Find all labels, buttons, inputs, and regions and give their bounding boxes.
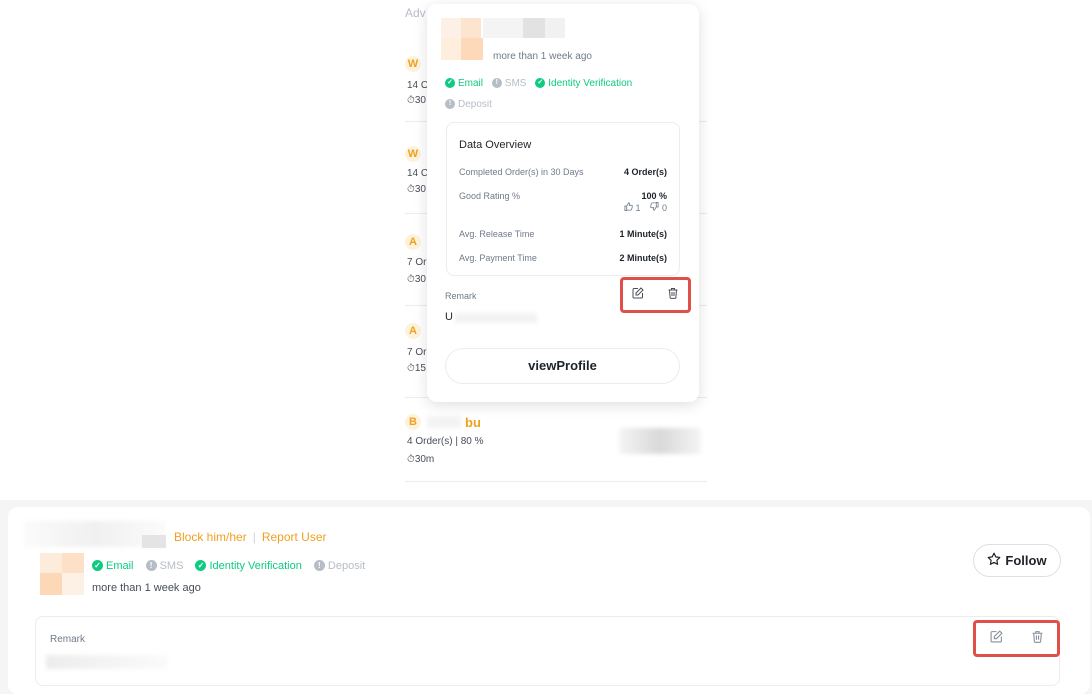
user-actions: Block him/her | Report User	[174, 530, 327, 544]
view-profile-button[interactable]: viewProfile	[445, 348, 680, 384]
clock-icon: ⏱	[407, 184, 415, 195]
sms-badge: ! SMS	[491, 78, 526, 89]
info-icon: !	[313, 560, 325, 571]
blurred-remark	[455, 313, 537, 323]
pay-time: ⏱30	[407, 184, 426, 195]
remark-value: U	[445, 311, 453, 323]
avatar: W	[405, 146, 421, 162]
thumb-down-icon	[650, 202, 662, 213]
clock-icon: ⏱	[407, 454, 415, 465]
order-stats: 14 O	[407, 80, 429, 91]
verification-badges: ✓ Email ! SMS ✓ Identity Verification ! Depo…	[92, 559, 374, 572]
clock-icon: ⏱	[407, 274, 415, 285]
identity-badge: ✓ Identity Verification	[535, 78, 632, 89]
order-stats: 7 Or	[407, 347, 427, 358]
trash-icon	[1031, 630, 1044, 648]
email-badge: ✓ Email	[92, 560, 134, 572]
delete-remark-button[interactable]	[1026, 628, 1048, 650]
identity-badge: ✓ Identity Verification	[195, 560, 302, 572]
edit-remark-button[interactable]	[985, 628, 1007, 650]
delete-remark-button[interactable]	[662, 284, 684, 306]
block-user-link[interactable]: Block him/her	[174, 530, 247, 544]
avatar: B	[405, 414, 421, 430]
report-user-link[interactable]: Report User	[262, 530, 327, 544]
avatar	[40, 553, 86, 595]
edit-remark-button[interactable]	[627, 284, 649, 306]
check-icon: ✓	[535, 78, 546, 88]
blurred-price	[619, 428, 701, 454]
clock-icon: ⏱	[407, 95, 415, 106]
data-overview-card: Data Overview Completed Order(s) in 30 D…	[446, 122, 680, 276]
advertiser-profile-popup: more than 1 week ago ✓ Email ! SMS ✓ Identi…	[427, 4, 699, 402]
order-stats: 14 C	[407, 168, 429, 179]
thumb-up-icon	[624, 202, 636, 213]
email-badge: ✓ Email	[445, 78, 483, 89]
release-time-row: Avg. Release Time 1 Minute(s)	[459, 229, 667, 239]
pay-time: ⏱30	[407, 274, 426, 285]
advertiser-list-area: Adv W 14 O ⏱30 W 14 C ⏱30 A 7 Or ⏱30 A 7…	[0, 0, 1092, 500]
payment-time-value: 2 Minute(s)	[619, 253, 667, 263]
avatar: A	[405, 323, 421, 339]
remark-label: Remark	[50, 634, 86, 645]
avatar: A	[405, 234, 421, 250]
deposit-badge: ! Deposit	[313, 560, 365, 572]
check-icon: ✓	[445, 78, 455, 88]
deposit-badge: ! Deposit	[445, 97, 498, 110]
payment-time-row: Avg. Payment Time 2 Minute(s)	[459, 253, 667, 263]
info-icon: !	[145, 560, 157, 571]
check-icon: ✓	[195, 560, 207, 571]
star-icon	[987, 552, 1005, 569]
check-icon: ✓	[92, 560, 103, 571]
rating-breakdown: 1 0	[624, 202, 667, 213]
remark-box: Remark	[35, 616, 1060, 686]
release-time-value: 1 Minute(s)	[619, 229, 667, 239]
avatar: W	[405, 56, 421, 72]
good-rating-row: Good Rating % 100 % 1 0	[459, 191, 667, 213]
follow-button[interactable]: Follow	[973, 544, 1061, 577]
advertiser-name[interactable]: bu	[465, 415, 481, 430]
order-stats: 4 Order(s) | 80 %	[407, 436, 484, 447]
info-icon: !	[445, 99, 455, 109]
overview-title: Data Overview	[459, 139, 532, 151]
trash-icon	[667, 286, 679, 304]
column-header: Adv	[405, 6, 426, 20]
completed-orders-value: 4 Order(s)	[623, 167, 667, 177]
last-seen: more than 1 week ago	[92, 582, 201, 594]
pay-time: ⏱30m	[407, 454, 435, 465]
sms-badge: ! SMS	[145, 560, 183, 572]
pay-time: ⏱30	[407, 95, 426, 106]
list-item[interactable]: B bu 4 Order(s) | 80 % ⏱30m	[405, 398, 707, 482]
last-seen: more than 1 week ago	[493, 51, 592, 62]
remark-label: Remark	[445, 291, 477, 301]
edit-icon	[632, 286, 644, 304]
completed-orders-row: Completed Order(s) in 30 Days 4 Order(s)	[459, 167, 667, 177]
verification-badges: ✓ Email ! SMS ✓ Identity Verification	[445, 76, 638, 89]
order-stats: 7 Or	[407, 257, 427, 268]
edit-icon	[990, 630, 1003, 648]
blurred-remark	[46, 655, 168, 669]
good-rating-value: 100 %	[641, 191, 667, 201]
info-icon: !	[491, 78, 502, 88]
pay-time: ⏱15	[407, 363, 426, 374]
clock-icon: ⏱	[407, 363, 415, 374]
user-profile-card: Block him/her | Report User ✓ Email ! SMS ✓ I…	[8, 507, 1090, 694]
blurred-name	[427, 416, 461, 428]
